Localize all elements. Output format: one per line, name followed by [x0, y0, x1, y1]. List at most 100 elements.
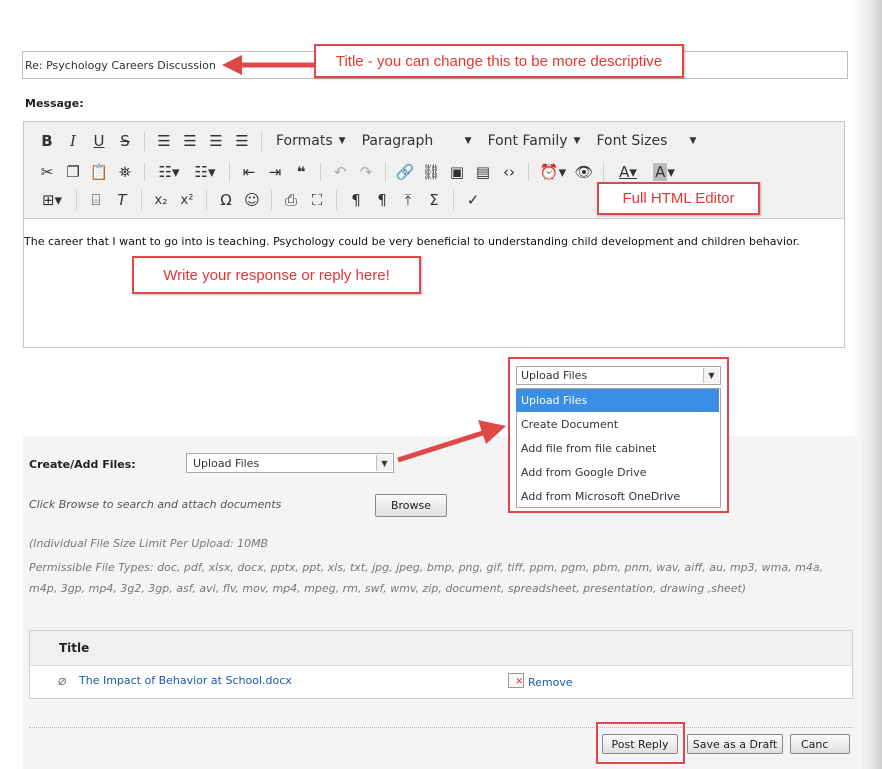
save-draft-button[interactable]: Save as a Draft: [687, 734, 783, 754]
sigma-icon[interactable]: Σ: [421, 188, 447, 212]
align-justify-icon[interactable]: ☰: [229, 129, 255, 153]
html-editor-callout: Full HTML Editor: [597, 182, 760, 215]
popup-select-value: Upload Files: [521, 369, 588, 382]
popup-select[interactable]: Upload Files ▼: [516, 366, 721, 385]
special-char-icon[interactable]: Ω: [213, 188, 239, 212]
table-icon[interactable]: ⊞▾: [34, 188, 70, 212]
redo-icon[interactable]: ↷: [353, 160, 379, 184]
indent-icon[interactable]: ⇥: [262, 160, 288, 184]
remove-link[interactable]: Remove: [528, 676, 573, 689]
find-icon[interactable]: ⛯: [112, 160, 138, 184]
option-onedrive[interactable]: Add from Microsoft OneDrive: [516, 485, 719, 508]
emoticon-icon[interactable]: ☺: [239, 188, 265, 212]
paste-icon[interactable]: 📋: [86, 160, 112, 184]
numbered-list-icon[interactable]: ☷▾: [187, 160, 223, 184]
toolbar-separator: [453, 190, 454, 210]
create-add-files-label: Create/Add Files:: [29, 458, 136, 471]
print-icon[interactable]: ⎙: [278, 188, 304, 212]
toolbar-separator: [320, 162, 321, 182]
preview-icon[interactable]: 👁: [571, 160, 597, 184]
remove-icon[interactable]: ✕: [508, 673, 524, 688]
toolbar-separator: [271, 190, 272, 210]
bold-icon[interactable]: B: [34, 129, 60, 153]
image-icon[interactable]: ▣: [444, 160, 470, 184]
html-editor[interactable]: B I U S ☰ ☰ ☰ ☰ Formats ▼ Paragraph ▼ Font…: [23, 121, 845, 348]
font-sizes-label: Font Sizes: [596, 133, 668, 149]
toolbar-separator: [603, 162, 604, 182]
align-right-icon[interactable]: ☰: [203, 129, 229, 153]
align-center-icon[interactable]: ☰: [177, 129, 203, 153]
font-family-label: Font Family: [487, 133, 568, 149]
show-blocks-icon[interactable]: ¶: [343, 188, 369, 212]
file-size-limit: (Individual File Size Limit Per Upload: …: [29, 537, 269, 550]
underline-icon[interactable]: U: [86, 129, 112, 153]
chevron-down-icon: ▼: [338, 136, 346, 146]
undo-icon[interactable]: ↶: [327, 160, 353, 184]
toolbar-row-2: ✂ ❐ 📋 ⛯ ☷▾ ☷▾ ⇤ ⇥ ❝ ↶ ↷ 🔗 ⛓ ▣ ▤ ‹› ⏰▾ 👁 …: [34, 159, 682, 185]
paragraph-mark-icon[interactable]: ¶: [369, 188, 395, 212]
horizontal-rule-icon[interactable]: ⌸: [83, 188, 109, 212]
outdent-icon[interactable]: ⇤: [236, 160, 262, 184]
title-callout-arrow: [222, 55, 314, 75]
paragraph-label: Paragraph: [361, 133, 434, 149]
font-sizes-dropdown[interactable]: Font Sizes ▼: [588, 129, 704, 153]
spellcheck-icon[interactable]: ✓: [460, 188, 486, 212]
formats-dropdown[interactable]: Formats ▼: [268, 129, 354, 153]
editor-content[interactable]: The career that I want to go into is tea…: [24, 235, 844, 248]
option-google-drive[interactable]: Add from Google Drive: [516, 461, 719, 484]
text-color-icon[interactable]: A▾: [610, 160, 646, 184]
option-upload-files[interactable]: Upload Files: [516, 389, 719, 412]
chevron-down-icon: ▼: [464, 136, 472, 146]
code-icon[interactable]: ‹›: [496, 160, 522, 184]
attachment-link[interactable]: The Impact of Behavior at School.docx: [79, 674, 292, 687]
strikethrough-icon[interactable]: S: [112, 129, 138, 153]
toolbar-separator: [141, 190, 142, 210]
paragraph-dropdown[interactable]: Paragraph ▼: [354, 129, 480, 153]
option-file-cabinet[interactable]: Add file from file cabinet: [516, 437, 719, 460]
table-header-title: Title: [59, 641, 90, 655]
fullscreen-icon[interactable]: ⛶: [304, 188, 330, 212]
toolbar-separator: [76, 190, 77, 210]
upload-icon[interactable]: ⤒: [395, 188, 421, 212]
toolbar-separator: [144, 162, 145, 182]
blockquote-icon[interactable]: ❝: [288, 160, 314, 184]
select-value: Upload Files: [193, 457, 260, 470]
background-color-icon[interactable]: A ▾: [646, 160, 682, 184]
toolbar-separator: [261, 131, 262, 151]
link-icon[interactable]: 🔗: [392, 160, 418, 184]
media-icon[interactable]: ▤: [470, 160, 496, 184]
italic-icon[interactable]: I: [60, 129, 86, 153]
chevron-down-icon: ▼: [573, 136, 581, 146]
bullet-list-icon[interactable]: ☷▾: [151, 160, 187, 184]
toolbar-row-3: ⊞▾ ⌸ T x₂ x² Ω ☺ ⎙ ⛶ ¶ ¶ ⤒ Σ ✓: [34, 187, 486, 213]
time-icon[interactable]: ⏰▾: [535, 160, 571, 184]
cancel-button[interactable]: Canc: [790, 734, 850, 754]
clear-format-icon[interactable]: T: [109, 188, 135, 212]
dropdown-callout-arrow: [397, 420, 506, 463]
toolbar-separator: [206, 190, 207, 210]
toolbar-separator: [385, 162, 386, 182]
toolbar-separator: [144, 131, 145, 151]
formats-label: Formats: [276, 133, 333, 149]
align-left-icon[interactable]: ☰: [151, 129, 177, 153]
title-callout: Title - you can change this to be more d…: [314, 44, 684, 78]
attachments-header: Title: [30, 631, 852, 666]
toolbar-row-1: B I U S ☰ ☰ ☰ ☰ Formats ▼ Paragraph ▼ Font…: [34, 128, 704, 154]
copy-icon[interactable]: ❐: [60, 160, 86, 184]
subscript-icon[interactable]: x₂: [148, 188, 174, 212]
permissible-file-types: Permissible File Types: doc, pdf, xlsx, …: [29, 561, 824, 595]
upload-options-popup: Upload Files ▼ Upload Files Create Docum…: [508, 357, 729, 513]
font-family-dropdown[interactable]: Font Family ▼: [480, 129, 589, 153]
option-create-document[interactable]: Create Document: [516, 413, 719, 436]
unlink-icon[interactable]: ⛓: [418, 160, 444, 184]
superscript-icon[interactable]: x²: [174, 188, 200, 212]
browse-button[interactable]: Browse: [375, 494, 447, 517]
toolbar-separator: [336, 190, 337, 210]
create-add-files-select[interactable]: Upload Files ▼: [186, 453, 394, 473]
toolbar-separator: [229, 162, 230, 182]
browse-hint: Click Browse to search and attach docume…: [29, 498, 282, 511]
attachments-table: Title ⌀ The Impact of Behavior at School…: [29, 630, 853, 699]
cut-icon[interactable]: ✂: [34, 160, 60, 184]
post-reply-highlight: [596, 722, 685, 764]
files-panel: Create/Add Files: Upload Files ▼ Click B…: [23, 436, 859, 769]
